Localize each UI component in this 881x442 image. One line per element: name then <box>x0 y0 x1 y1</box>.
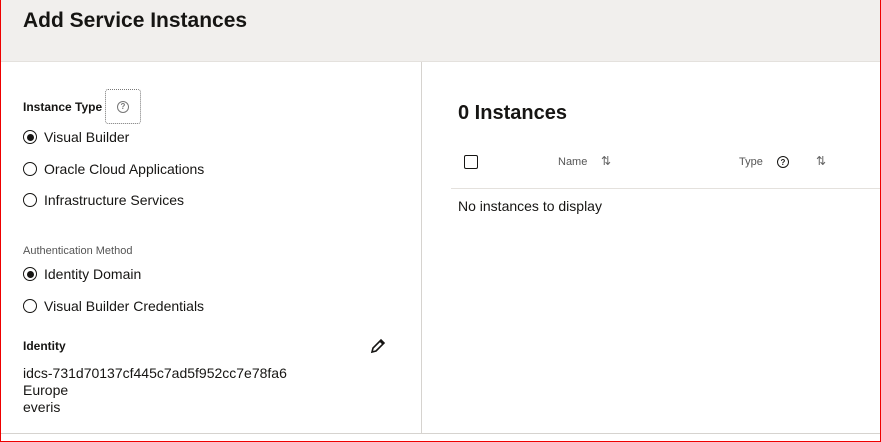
auth-method-label: Authentication Method <box>23 245 133 257</box>
radio-icon <box>23 130 37 144</box>
identity-id: idcs-731d70137cf445c7ad5f952cc7e78fa6 <box>23 365 287 381</box>
sort-type-icon[interactable]: ⇅ <box>816 154 826 168</box>
radio-icon <box>23 299 37 313</box>
radio-identity-domain[interactable]: Identity Domain <box>23 266 141 282</box>
edit-pencil-icon[interactable] <box>369 337 387 355</box>
empty-table-message: No instances to display <box>458 198 602 214</box>
help-icon: ? <box>117 100 129 113</box>
column-header-type[interactable]: Type <box>739 156 763 168</box>
radio-oracle-cloud-applications[interactable]: Oracle Cloud Applications <box>23 161 204 177</box>
instance-type-help-button[interactable]: ? <box>105 89 141 124</box>
type-help-icon[interactable]: ? <box>777 156 789 168</box>
page-header: Add Service Instances <box>0 0 881 62</box>
radio-label: Identity Domain <box>44 266 142 282</box>
radio-visual-builder[interactable]: Visual Builder <box>23 129 129 145</box>
radio-label: Infrastructure Services <box>44 192 185 208</box>
identity-region: Europe <box>23 382 69 398</box>
radio-icon <box>23 193 37 207</box>
footer-divider <box>0 433 881 434</box>
radio-label: Oracle Cloud Applications <box>44 161 205 177</box>
identity-name: everis <box>23 399 61 415</box>
table-header-divider <box>451 188 881 189</box>
radio-visual-builder-credentials[interactable]: Visual Builder Credentials <box>23 298 204 314</box>
radio-icon <box>23 267 37 281</box>
page-title: Add Service Instances <box>23 9 248 32</box>
radio-infrastructure-services[interactable]: Infrastructure Services <box>23 192 184 208</box>
radio-label: Visual Builder <box>44 129 130 145</box>
sort-name-icon[interactable]: ⇅ <box>601 154 611 168</box>
column-header-name[interactable]: Name <box>558 156 587 168</box>
identity-label: Identity <box>23 339 66 353</box>
radio-icon <box>23 162 37 176</box>
select-all-checkbox[interactable] <box>464 155 478 169</box>
radio-label: Visual Builder Credentials <box>44 298 205 314</box>
instances-title: 0 Instances <box>458 102 567 124</box>
identity-details: idcs-731d70137cf445c7ad5f952cc7e78fa6 Eu… <box>23 365 287 416</box>
instance-type-label: Instance Type <box>23 100 103 114</box>
